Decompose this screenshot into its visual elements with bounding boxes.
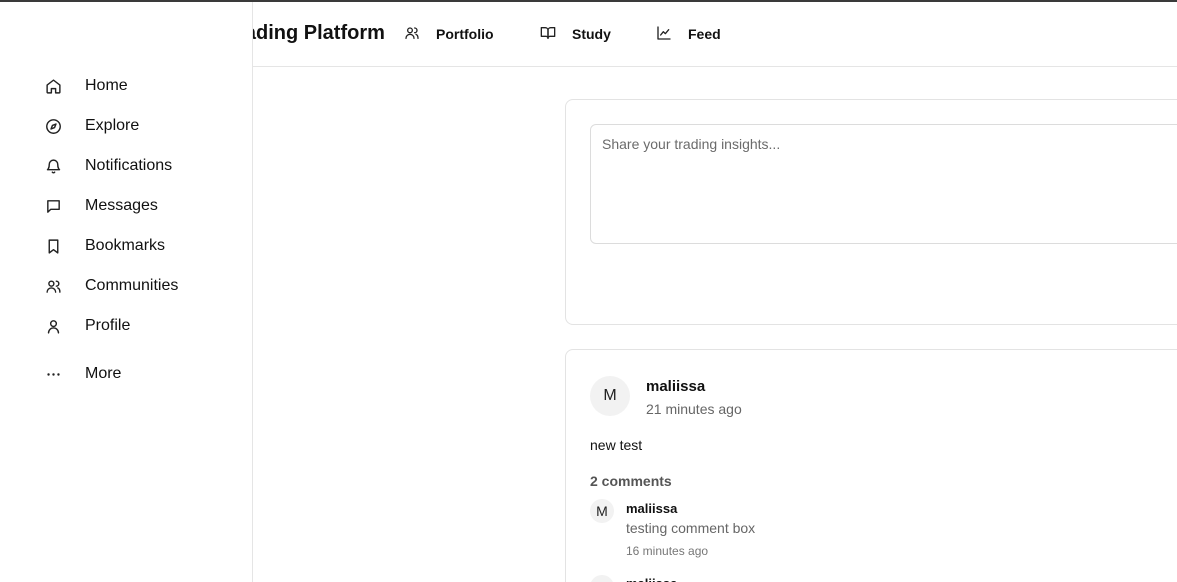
sidebar-item-label: Profile [85, 317, 131, 334]
nav-study-label: Study [572, 26, 611, 42]
users-icon [404, 25, 436, 44]
comments-count-link[interactable]: 2 comments [590, 473, 672, 489]
nav-portfolio-label: Portfolio [436, 26, 494, 42]
nav-feed[interactable]: Feed [656, 2, 721, 66]
sidebar-item-home[interactable]: Home [44, 74, 128, 98]
compass-icon [44, 117, 62, 135]
avatar[interactable]: M [590, 376, 630, 416]
sidebar-item-messages[interactable]: Messages [44, 194, 158, 218]
sidebar-item-label: More [85, 365, 122, 382]
bookmark-icon [44, 237, 62, 255]
book-icon [540, 25, 572, 44]
user-icon [44, 317, 62, 335]
post-composer-input[interactable]: Share your trading insights... [590, 124, 1177, 244]
post-timestamp: 21 minutes ago [646, 401, 742, 417]
sidebar-item-profile[interactable]: Profile [44, 314, 130, 338]
more-icon [44, 365, 62, 383]
sidebar-item-label: Home [85, 77, 128, 94]
sidebar-item-label: Explore [85, 117, 140, 134]
sidebar: Home Explore Notifications Messages Book… [0, 2, 253, 582]
nav-portfolio[interactable]: Portfolio [404, 2, 494, 66]
sidebar-item-label: Messages [85, 197, 158, 214]
bell-icon [44, 157, 62, 175]
sidebar-item-more[interactable]: More [44, 362, 121, 386]
post-author[interactable]: maliissa [646, 378, 705, 395]
post-composer-card: Share your trading insights... [565, 99, 1177, 325]
sidebar-item-communities[interactable]: Communities [44, 274, 178, 298]
sidebar-item-explore[interactable]: Explore [44, 114, 139, 138]
sidebar-item-label: Communities [85, 277, 179, 294]
sidebar-item-label: Bookmarks [85, 237, 166, 254]
message-icon [44, 197, 62, 215]
comment-avatar[interactable]: M [590, 575, 614, 582]
comment-avatar[interactable]: M [590, 499, 614, 523]
comment-timestamp: 16 minutes ago [626, 544, 709, 558]
sidebar-item-label: Notifications [85, 157, 173, 174]
home-icon [44, 77, 62, 95]
post-body: new test [590, 437, 643, 453]
chart-line-icon [656, 25, 688, 44]
feed-post-card: M maliissa 21 minutes ago new test 2 com… [565, 349, 1177, 582]
comment-author[interactable]: maliissa [626, 576, 677, 582]
comment-text: testing comment box [626, 520, 756, 536]
users-icon [44, 277, 62, 295]
nav-study[interactable]: Study [540, 2, 611, 66]
sidebar-item-notifications[interactable]: Notifications [44, 154, 172, 178]
comment-author[interactable]: maliissa [626, 501, 677, 516]
nav-feed-label: Feed [688, 26, 721, 42]
sidebar-item-bookmarks[interactable]: Bookmarks [44, 234, 165, 258]
